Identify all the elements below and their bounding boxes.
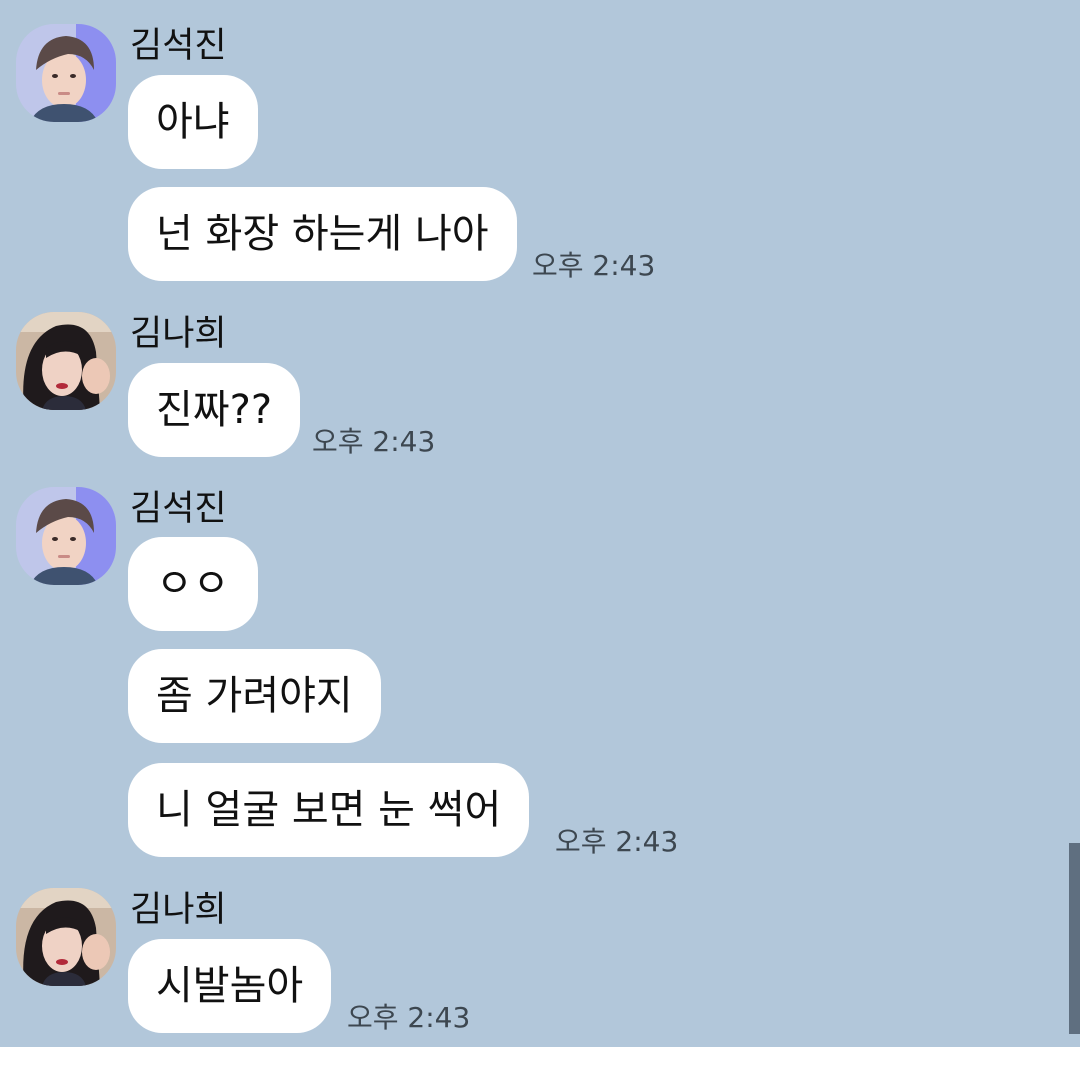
woman-avatar-icon bbox=[16, 888, 116, 986]
message-bubble[interactable]: 시발놈아 bbox=[128, 939, 332, 1033]
scrollbar-thumb[interactable] bbox=[1069, 843, 1080, 1034]
sender-name: 김나희 bbox=[130, 890, 227, 930]
message-bubble[interactable]: 넌 화장 하는게 나아 bbox=[128, 187, 517, 281]
message-timestamp: 오후 2:43 bbox=[347, 1001, 471, 1034]
message-timestamp: 오후 2:43 bbox=[312, 425, 436, 458]
man-avatar-icon bbox=[16, 487, 116, 585]
avatar-kim-seokjin[interactable] bbox=[16, 24, 116, 122]
message-bubble[interactable]: 니 얼굴 보면 눈 썩어 bbox=[128, 763, 530, 857]
woman-avatar-icon bbox=[16, 312, 116, 410]
message-bubble[interactable]: ㅇㅇ bbox=[128, 537, 258, 631]
chat-area[interactable]: 김석진 아냐 넌 화장 하는게 나아 오후 2:43 김나희 진짜?? 오후 2… bbox=[0, 0, 1080, 1047]
avatar-kim-nahee[interactable] bbox=[16, 888, 116, 986]
message-bubble[interactable]: 좀 가려야지 bbox=[128, 649, 381, 743]
sender-name: 김나희 bbox=[130, 314, 227, 354]
avatar-kim-seokjin[interactable] bbox=[16, 487, 116, 585]
sender-name: 김석진 bbox=[130, 489, 227, 529]
bottom-strip bbox=[0, 1047, 1080, 1072]
man-avatar-icon bbox=[16, 24, 116, 122]
sender-name: 김석진 bbox=[130, 26, 227, 66]
message-bubble[interactable]: 진짜?? bbox=[128, 363, 301, 457]
message-timestamp: 오후 2:43 bbox=[532, 249, 656, 282]
avatar-kim-nahee[interactable] bbox=[16, 312, 116, 410]
message-bubble[interactable]: 아냐 bbox=[128, 75, 258, 169]
message-timestamp: 오후 2:43 bbox=[555, 825, 679, 858]
